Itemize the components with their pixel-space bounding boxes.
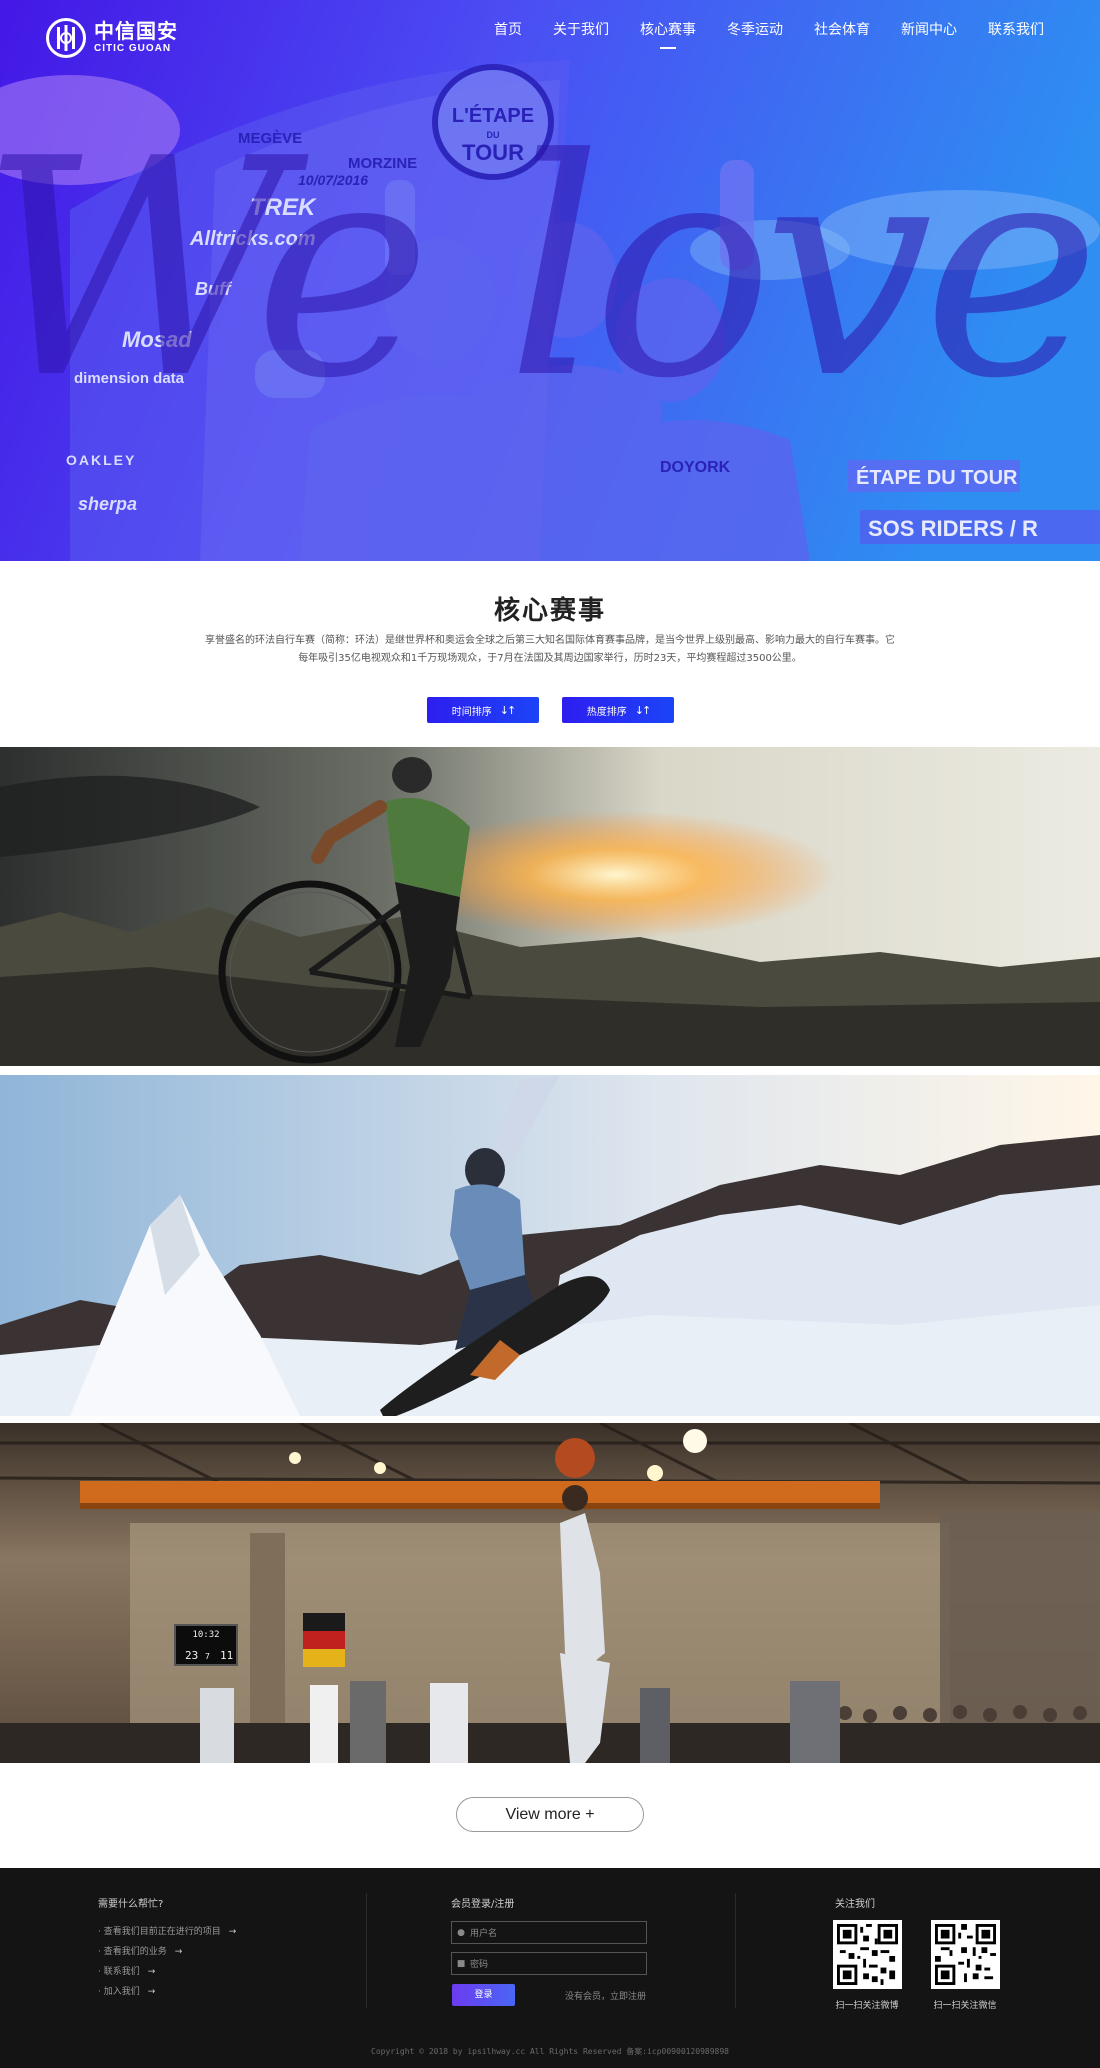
qr-code-icon	[935, 1924, 996, 1985]
help-link-label: 联系我们	[103, 1967, 140, 1977]
nav-item-home[interactable]: 首页	[494, 20, 522, 40]
password-field[interactable]: ■ 密码	[451, 1952, 647, 1975]
follow-title: 关注我们	[835, 1899, 875, 1910]
help-link-label: 加入我们	[103, 1987, 140, 1997]
user-icon: ●	[457, 1927, 465, 1938]
username-placeholder: 用户名	[470, 1929, 498, 1939]
help-link-join[interactable]: · 加入我们 →	[98, 1982, 236, 2002]
qr-code-icon	[837, 1924, 898, 1985]
help-link-label: 查看我们的业务	[103, 1947, 167, 1957]
arrow-right-icon: →	[147, 1967, 156, 1977]
weibo-qr-code	[833, 1920, 902, 1989]
wechat-caption: 扫一扫关注微信	[933, 2001, 997, 2011]
copyright-text: Copyright © 2018 by ipsilhway.cc All Rig…	[371, 2047, 729, 2056]
nav-item-core-events[interactable]: 核心赛事	[640, 20, 696, 49]
brand-name-en: CITIC GUOAN	[94, 43, 172, 54]
sort-by-popularity-label: 热度排序	[586, 706, 627, 718]
brand-name-cn: 中信国安	[94, 19, 178, 43]
weibo-caption: 扫一扫关注微博	[835, 2001, 899, 2011]
login-button[interactable]: 登录	[452, 1984, 515, 2006]
arrow-right-icon: →	[174, 1947, 183, 1957]
sort-by-time-label: 时间排序	[451, 706, 492, 718]
citic-logo-icon	[46, 18, 86, 58]
scoreboard-period: 7	[205, 1652, 210, 1661]
member-title: 会员登录/注册	[451, 1899, 515, 1910]
help-title: 需要什么帮忙?	[98, 1899, 164, 1910]
register-link[interactable]: 没有会员，立即注册	[565, 1989, 646, 2002]
footer-divider	[366, 1893, 367, 2008]
sort-arrows-icon: ↓↑	[634, 703, 652, 717]
help-link-contact[interactable]: · 联系我们 →	[98, 1962, 236, 1982]
help-link-projects[interactable]: · 查看我们目前正在进行的项目 →	[98, 1922, 236, 1942]
scoreboard-away: 11	[220, 1649, 233, 1662]
nav-item-news[interactable]: 新闻中心	[901, 20, 957, 40]
hero-banner: L'ÉTAPE DU TOUR MEGÈVE MORZINE 10/07/201…	[0, 0, 1100, 561]
event-card-basketball[interactable]: 10:32 23 7 11	[0, 1423, 1100, 1763]
view-more-button[interactable]: View more +	[456, 1797, 644, 1832]
nav-item-about[interactable]: 关于我们	[553, 20, 609, 40]
cycling-event-image	[0, 747, 1100, 1066]
hero-sign-2: SOS RIDERS / R	[868, 516, 1038, 541]
hero-sign-1: ÉTAPE DU TOUR	[856, 466, 1018, 489]
lock-icon: ■	[456, 1958, 466, 1969]
scoreboard-home: 23	[185, 1649, 198, 1662]
snowboarding-event-image	[0, 1075, 1100, 1416]
sort-by-time-button[interactable]: 时间排序 ↓↑	[427, 697, 539, 723]
hero-script-text: We love	[0, 95, 1100, 444]
sort-by-popularity-button[interactable]: 热度排序 ↓↑	[562, 697, 674, 723]
sponsor-6: OAKLEY	[66, 452, 136, 468]
scoreboard-time: 10:32	[192, 1630, 219, 1640]
nav-item-social-sports[interactable]: 社会体育	[814, 20, 870, 40]
sort-arrows-icon: ↓↑	[499, 703, 517, 717]
brand-logo[interactable]: 中信国安 CITIC GUOAN	[46, 18, 178, 58]
event-card-snowboarding[interactable]	[0, 1075, 1100, 1416]
section-description: 享誉盛名的环法自行车赛（简称：环法）是继世界杯和奥运会全球之后第三大知名国际体育…	[205, 635, 895, 664]
arrow-right-icon: →	[228, 1927, 237, 1937]
sponsor-7: sherpa	[78, 494, 137, 514]
event-card-cycling[interactable]	[0, 747, 1100, 1066]
username-field[interactable]: ● 用户名	[451, 1921, 647, 1944]
wechat-qr-code	[931, 1920, 1000, 1989]
nav-item-contact[interactable]: 联系我们	[988, 20, 1044, 40]
hero-jersey-text: DOYORK	[660, 459, 731, 476]
help-link-label: 查看我们目前正在进行的项目	[103, 1927, 221, 1937]
footer-divider	[735, 1893, 736, 2008]
top-navigation-bar: 中信国安 CITIC GUOAN 首页 关于我们 核心赛事 冬季运动 社会体育 …	[0, 0, 1100, 62]
main-nav: 首页 关于我们 核心赛事 冬季运动 社会体育 新闻中心 联系我们	[463, 20, 1044, 49]
help-link-business[interactable]: · 查看我们的业务 →	[98, 1942, 236, 1962]
password-placeholder: 密码	[470, 1960, 489, 1970]
site-footer: 需要什么帮忙? · 查看我们目前正在进行的项目 → · 查看我们的业务 → · 联系…	[0, 1868, 1100, 2068]
help-links: · 查看我们目前正在进行的项目 → · 查看我们的业务 → · 联系我们 → · 加入…	[98, 1922, 236, 2002]
nav-item-winter-sports[interactable]: 冬季运动	[727, 20, 783, 40]
section-title: 核心赛事	[493, 596, 606, 626]
arrow-right-icon: →	[147, 1987, 156, 1997]
brand-text: 中信国安 CITIC GUOAN	[94, 20, 178, 56]
basketball-event-image: 10:32 23 7 11	[0, 1423, 1100, 1763]
